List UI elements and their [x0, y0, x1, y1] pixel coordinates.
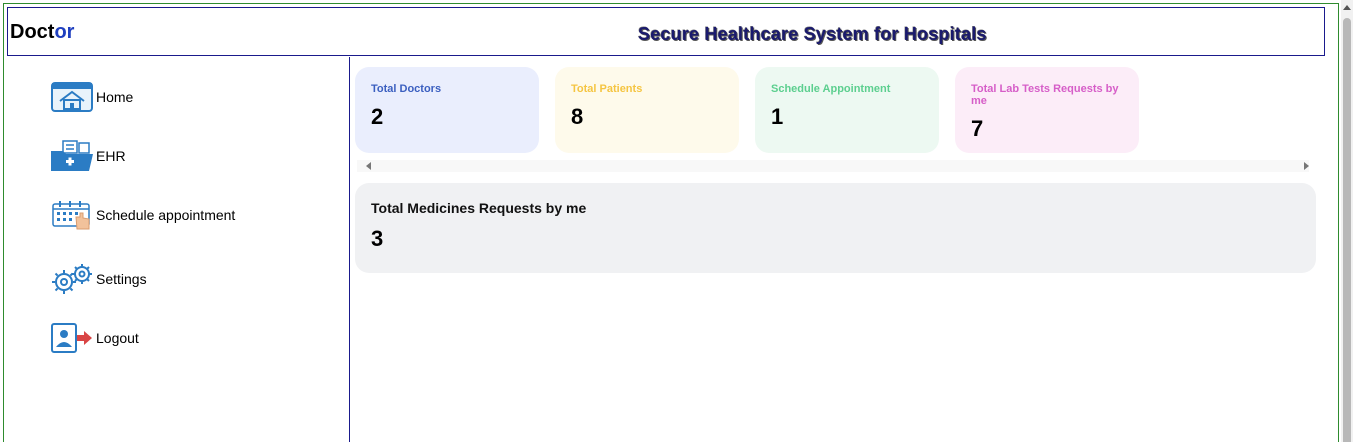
stat-card-label: Total Doctors: [371, 83, 442, 95]
gear-icon: [48, 261, 96, 297]
logo-text-accent: or: [54, 21, 75, 43]
scroll-up-arrow-icon[interactable]: [1343, 5, 1351, 10]
stat-card-label: Total Lab Tests Requests by me: [971, 83, 1119, 107]
stats-cards-strip[interactable]: Total Doctors 2 Total Patients 8 Schedul…: [354, 67, 1316, 172]
logout-icon: [48, 320, 96, 356]
sidebar: Home EHR Schedule appointment Settings L…: [8, 57, 350, 442]
stat-card-total-medicines[interactable]: Total Medicines Requests by me 3: [355, 183, 1316, 273]
horizontal-scrollbar[interactable]: [357, 160, 1309, 172]
stat-card-schedule-appointment[interactable]: Schedule Appointment 1: [755, 67, 939, 153]
sidebar-item-home[interactable]: Home: [48, 79, 133, 115]
main-content: Total Doctors 2 Total Patients 8 Schedul…: [351, 57, 1325, 442]
stat-card-total-doctors[interactable]: Total Doctors 2: [355, 67, 539, 153]
sidebar-item-label: Schedule appointment: [96, 207, 236, 223]
ehr-folder-icon: [48, 138, 96, 174]
sidebar-item-schedule-appointment[interactable]: Schedule appointment: [48, 197, 235, 233]
app-logo[interactable]: Doctor: [10, 21, 74, 44]
stat-card-value: 2: [371, 104, 384, 129]
header-bar: Doctor Secure Healthcare System for Hosp…: [7, 7, 1325, 56]
stat-card-label: Schedule Appointment: [771, 83, 891, 95]
stat-card-value: 7: [971, 116, 984, 141]
stat-card-label: Total Patients: [571, 83, 643, 95]
vertical-scrollbar[interactable]: [1341, 0, 1353, 442]
sidebar-item-label: EHR: [96, 148, 126, 164]
scroll-right-arrow-icon[interactable]: [1304, 162, 1309, 170]
scrollbar-thumb[interactable]: [1343, 18, 1351, 442]
sidebar-item-label: Settings: [96, 271, 147, 287]
sidebar-item-label: Logout: [96, 330, 139, 346]
home-icon: [48, 79, 96, 115]
stat-card-value: 1: [771, 104, 784, 129]
stat-card-value: 3: [371, 226, 384, 251]
scroll-left-arrow-icon[interactable]: [366, 162, 371, 170]
stat-card-total-lab-tests[interactable]: Total Lab Tests Requests by me 7: [955, 67, 1139, 153]
sidebar-item-label: Home: [96, 89, 134, 105]
stat-card-total-patients[interactable]: Total Patients 8: [555, 67, 739, 153]
logo-text-primary: Doct: [10, 21, 55, 43]
sidebar-item-ehr[interactable]: EHR: [48, 138, 126, 174]
page-title: Secure Healthcare System for Hospitals: [638, 24, 987, 44]
calendar-icon: [48, 197, 96, 233]
sidebar-item-settings[interactable]: Settings: [48, 261, 147, 297]
stat-card-label: Total Medicines Requests by me: [371, 200, 587, 216]
sidebar-item-logout[interactable]: Logout: [48, 320, 139, 356]
stat-card-value: 8: [571, 104, 584, 129]
